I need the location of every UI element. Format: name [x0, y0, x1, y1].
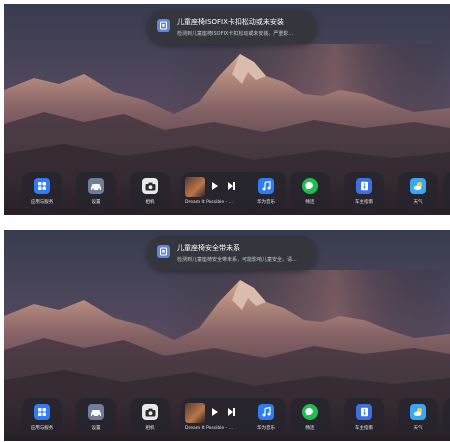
app-dock: 应用与服务 设置 相机 Dream It Possible - ... 华为音乐 — [22, 398, 450, 438]
dock-label: 应用与服务 — [30, 200, 54, 205]
play-icon[interactable] — [212, 182, 218, 190]
manual-book-icon — [356, 178, 372, 194]
play-icon[interactable] — [212, 408, 218, 416]
dock-weather[interactable]: 天气 — [398, 172, 438, 210]
dock-label: 相机 — [145, 426, 155, 431]
dock-label: 天气 — [413, 200, 423, 205]
dock-overflow-tile[interactable] — [443, 172, 450, 210]
dock-weather[interactable]: 天气 — [398, 398, 438, 436]
dock-label: 华为音乐 — [257, 426, 275, 431]
album-art — [185, 177, 205, 197]
weather-sun-cloud-icon — [410, 178, 426, 194]
dock-huawei-music[interactable]: 华为音乐 — [246, 398, 286, 436]
car-settings-icon — [88, 404, 104, 420]
media-player[interactable]: Dream It Possible - ... — [181, 398, 256, 436]
dock-settings[interactable]: 设置 — [76, 172, 116, 210]
apps-grid-icon — [34, 178, 50, 194]
manual-book-icon — [356, 404, 372, 420]
weather-sun-cloud-icon — [410, 404, 426, 420]
next-track-icon[interactable] — [228, 408, 238, 416]
camera-icon — [142, 178, 158, 194]
dock-meetime[interactable]: 畅连 — [290, 398, 330, 436]
dock-huawei-music[interactable]: 华为音乐 — [246, 172, 286, 210]
dock-owner-manual[interactable]: 车主指南 — [344, 398, 384, 436]
notification-message: 检测到儿童座椅安全带未系，可能影响儿童安全。请... — [177, 257, 297, 263]
chat-bubble-icon — [302, 404, 318, 420]
notification-title: 儿童座椅安全带未系 — [177, 244, 240, 252]
notification-banner[interactable]: 儿童座椅安全带未系 检测到儿童座椅安全带未系，可能影响儿童安全。请... — [147, 236, 317, 270]
dock-label: 设置 — [91, 426, 101, 431]
dock-overflow-tile[interactable] — [443, 398, 450, 436]
music-note-icon — [258, 178, 274, 194]
dock-label: 天气 — [413, 426, 423, 431]
camera-icon — [142, 404, 158, 420]
notification-banner[interactable]: 儿童座椅ISOFIX卡扣松动或未安装 检测到儿童座椅ISOFIX卡扣松动或未安装… — [147, 10, 317, 44]
album-art — [185, 403, 205, 423]
car-screen-top: 儿童座椅ISOFIX卡扣松动或未安装 检测到儿童座椅ISOFIX卡扣松动或未安装… — [4, 4, 450, 215]
car-settings-icon — [88, 178, 104, 194]
notification-message: 检测到儿童座椅ISOFIX卡扣松动或未安装。严重影... — [177, 31, 294, 37]
dock-label: 应用与服务 — [30, 426, 54, 431]
dock-label: 车主指南 — [355, 426, 373, 431]
now-playing-title: Dream It Possible - ... — [185, 200, 233, 205]
dock-apps-services[interactable]: 应用与服务 — [22, 172, 62, 210]
dock-camera[interactable]: 相机 — [130, 398, 170, 436]
seat-alert-icon — [157, 19, 170, 32]
dock-label: 畅连 — [305, 426, 315, 431]
dock-apps-services[interactable]: 应用与服务 — [22, 398, 62, 436]
next-track-icon[interactable] — [228, 182, 238, 190]
dock-settings[interactable]: 设置 — [76, 398, 116, 436]
dock-label: 设置 — [91, 200, 101, 205]
seat-alert-icon — [157, 245, 170, 258]
dock-label: 车主指南 — [355, 200, 373, 205]
media-player[interactable]: Dream It Possible - ... — [181, 172, 256, 210]
notification-title: 儿童座椅ISOFIX卡扣松动或未安装 — [177, 18, 284, 26]
dock-label: 畅连 — [305, 200, 315, 205]
music-note-icon — [258, 404, 274, 420]
dock-camera[interactable]: 相机 — [130, 172, 170, 210]
car-screen-bottom: 儿童座椅安全带未系 检测到儿童座椅安全带未系，可能影响儿童安全。请... 应用与… — [4, 230, 450, 441]
dock-label: 相机 — [145, 200, 155, 205]
apps-grid-icon — [34, 404, 50, 420]
dock-label: 华为音乐 — [257, 200, 275, 205]
app-dock: 应用与服务 设置 相机 Dream It Possible - ... 华为音乐 — [22, 172, 450, 212]
now-playing-title: Dream It Possible - ... — [185, 426, 233, 431]
chat-bubble-icon — [302, 178, 318, 194]
dock-owner-manual[interactable]: 车主指南 — [344, 172, 384, 210]
dock-meetime[interactable]: 畅连 — [290, 172, 330, 210]
